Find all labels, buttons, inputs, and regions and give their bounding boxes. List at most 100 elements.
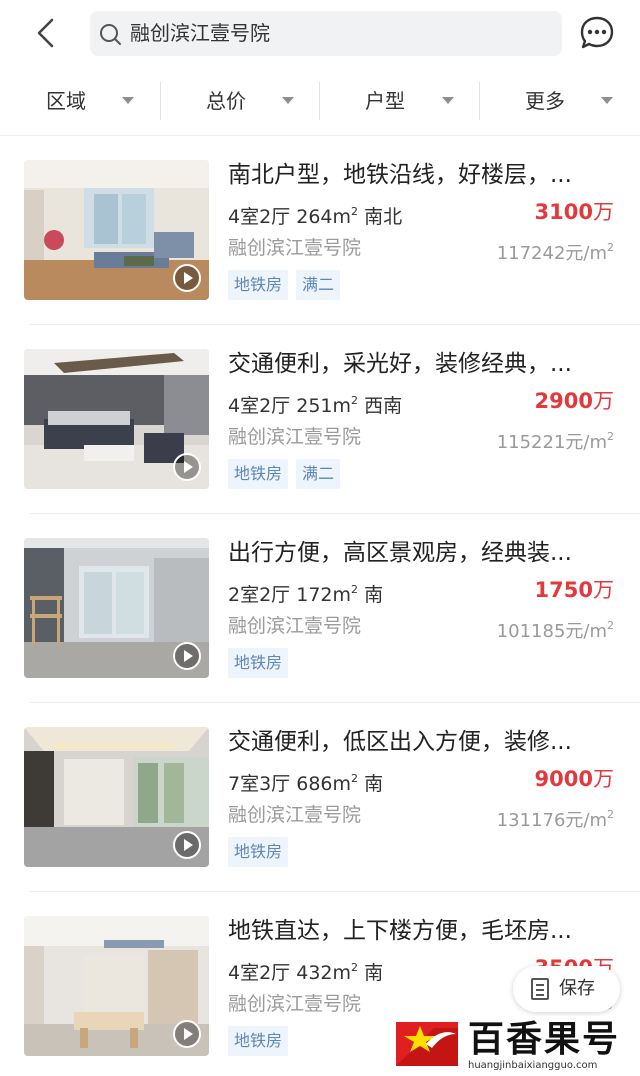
tag-list: 地铁房 (228, 648, 296, 678)
filter-bar: 区域 总价 户型 更多 (0, 66, 640, 136)
play-icon[interactable] (173, 831, 201, 859)
price-value: 1750 (534, 578, 593, 602)
unit-price: 131176元/m2 (496, 808, 614, 831)
community-name: 融创滨江壹号院 (228, 426, 362, 448)
listing-price: 9000万 (535, 765, 614, 793)
listing-specs: 4室2厅 264m2 南北 (228, 205, 403, 228)
orientation: 南 (364, 584, 384, 606)
listing-specs: 7室3厅 686m2 南 (228, 772, 384, 795)
listing-title: 交通便利，采光好，装修经典，... (228, 351, 572, 377)
watermark-url: huangjinbaixiangguo.com (468, 1060, 598, 1071)
watermark-text: 百香果号 (468, 1019, 621, 1060)
filter-price[interactable]: 总价 (160, 66, 319, 136)
filter-label: 总价 (206, 89, 246, 113)
price-value: 2900 (534, 389, 593, 413)
price-unit: 万 (593, 389, 614, 413)
filter-label: 区域 (46, 89, 86, 113)
document-icon (531, 978, 549, 1000)
listing-specs: 2室2厅 172m2 南 (228, 583, 384, 606)
price-unit: 万 (593, 767, 614, 791)
play-icon[interactable] (173, 642, 201, 670)
watermark: 百香果号 huangjinbaixiangguo.com (394, 1016, 640, 1076)
listing-item[interactable]: 南北户型，地铁沿线，好楼层，... 4室2厅 264m2 南北 3100万 融创… (0, 136, 640, 325)
community-name: 融创滨江壹号院 (228, 237, 362, 259)
listing-title: 出行方便，高区景观房，经典装... (228, 540, 572, 566)
orientation: 南 (364, 773, 384, 795)
listing-price: 1750万 (535, 576, 614, 604)
back-button[interactable] (30, 14, 64, 52)
community-name: 融创滨江壹号院 (228, 804, 362, 826)
unit-price-value: 101185元/m (496, 621, 607, 642)
listing-photo (24, 727, 209, 867)
unit-price: 101185元/m2 (496, 619, 614, 642)
listing-photo (24, 916, 209, 1056)
tag: 满二 (296, 459, 341, 489)
community-name: 融创滨江壹号院 (228, 993, 362, 1015)
listing-item[interactable]: 出行方便，高区景观房，经典装... 2室2厅 172m2 南 1750万 融创滨… (0, 514, 640, 703)
listing-title: 南北户型，地铁沿线，好楼层，... (228, 162, 572, 188)
listing-title: 地铁直达，上下楼方便，毛坯房... (228, 918, 572, 944)
layout: 4室2厅 (228, 395, 291, 417)
search-input[interactable]: 融创滨江壹号院 (90, 11, 562, 56)
listing-item[interactable]: 交通便利，采光好，装修经典，... 4室2厅 251m2 西南 2900万 融创… (0, 325, 640, 514)
tag: 地铁房 (228, 270, 289, 300)
listing-item[interactable]: 交通便利，低区出入方便，装修... 7室3厅 686m2 南 9000万 融创滨… (0, 703, 640, 892)
price-unit: 万 (593, 578, 614, 602)
area: 686m (296, 773, 352, 795)
unit-price-value: 115221元/m (496, 432, 607, 453)
chevron-left-icon (37, 18, 54, 48)
orientation: 南北 (364, 206, 403, 228)
chat-bubble-icon (580, 16, 614, 49)
unit-price-value: 131176元/m (496, 810, 607, 831)
tag: 地铁房 (228, 837, 289, 867)
tag-list: 地铁房 满二 (228, 459, 348, 489)
triangle-down-icon (282, 97, 294, 104)
tag: 地铁房 (228, 1026, 289, 1056)
play-icon[interactable] (173, 1020, 201, 1048)
save-button[interactable]: 保存 (513, 966, 620, 1012)
area: 264m (296, 206, 352, 228)
tag: 满二 (296, 270, 341, 300)
unit-price: 115221元/m2 (496, 430, 614, 453)
layout: 2室2厅 (228, 584, 291, 606)
listing-specs: 4室2厅 251m2 西南 (228, 394, 403, 417)
layout: 7室3厅 (228, 773, 291, 795)
play-icon[interactable] (173, 264, 201, 292)
layout: 4室2厅 (228, 206, 291, 228)
triangle-down-icon (122, 97, 134, 104)
layout: 4室2厅 (228, 962, 291, 984)
listing-photo (24, 160, 209, 300)
message-button[interactable] (578, 14, 616, 52)
community-name: 融创滨江壹号院 (228, 615, 362, 637)
price-unit: 万 (593, 200, 614, 224)
filter-label: 更多 (525, 89, 565, 113)
top-bar: 融创滨江壹号院 (0, 0, 640, 66)
filter-more[interactable]: 更多 (479, 66, 640, 136)
triangle-down-icon (601, 97, 613, 104)
save-label: 保存 (559, 978, 595, 999)
unit-price: 117242元/m2 (496, 241, 614, 264)
listing-specs: 4室2厅 432m2 南 (228, 961, 384, 984)
area: 251m (296, 395, 352, 417)
orientation: 南 (364, 962, 384, 984)
orientation: 西南 (364, 395, 403, 417)
price-value: 3100 (534, 200, 593, 224)
listing-title: 交通便利，低区出入方便，装修... (228, 729, 572, 755)
filter-label: 户型 (365, 89, 405, 113)
listing-photo (24, 349, 209, 489)
tag-list: 地铁房 (228, 1026, 296, 1056)
search-icon (100, 24, 121, 45)
tag-list: 地铁房 满二 (228, 270, 348, 300)
listing-price: 3100万 (535, 198, 614, 226)
play-icon[interactable] (173, 453, 201, 481)
area: 432m (296, 962, 352, 984)
tag: 地铁房 (228, 459, 289, 489)
search-query: 融创滨江壹号院 (130, 21, 270, 45)
tag-list: 地铁房 (228, 837, 296, 867)
filter-layout[interactable]: 户型 (319, 66, 479, 136)
area: 172m (296, 584, 352, 606)
listing-price: 2900万 (535, 387, 614, 415)
watermark-logo-icon (396, 1022, 458, 1066)
filter-region[interactable]: 区域 (0, 66, 160, 136)
triangle-down-icon (442, 97, 454, 104)
